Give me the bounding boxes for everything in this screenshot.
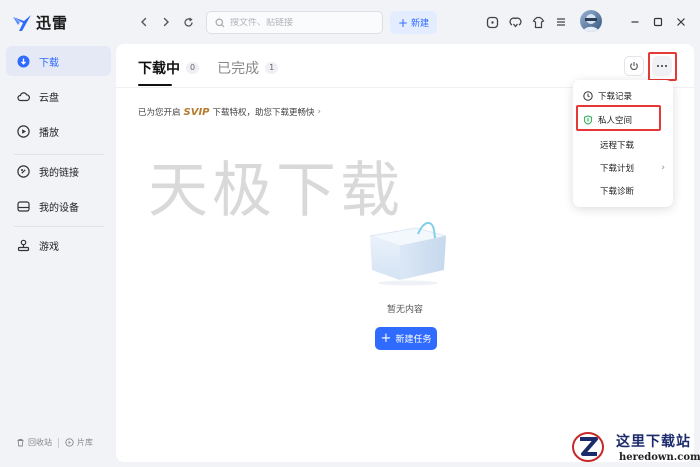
menu-item-label: 下载诊断 [600, 187, 635, 197]
tab-completed[interactable]: 已完成 1 [217, 58, 279, 78]
svip-suffix: 下载特权，助您下载更畅快 [212, 108, 315, 118]
cloud-icon [17, 90, 30, 103]
tab-count-badge: 1 [265, 62, 279, 74]
app-name: 迅雷 [36, 14, 69, 32]
hamburger-menu-icon [557, 18, 565, 26]
main-menu-button[interactable] [552, 13, 570, 31]
search-icon [215, 18, 225, 27]
search-box[interactable] [206, 11, 383, 34]
footer-separator [58, 437, 59, 448]
sidebar-item-label: 下载 [39, 57, 59, 69]
sidebar-footer: 回收站 片库 [16, 437, 93, 448]
sidebar: 下载 云盘 播放 我的链接 我的设备 游戏 回收站 片库 [0, 44, 116, 467]
plus-icon: + [380, 330, 392, 346]
tab-downloading[interactable]: 下载中 0 [138, 58, 200, 78]
refresh-icon [183, 16, 193, 27]
maximize-icon [653, 17, 663, 27]
menu-item-label: 下载计划 [600, 164, 635, 174]
search-input[interactable] [230, 17, 370, 28]
more-button-highlight-box [648, 52, 677, 81]
create-task-label: 新建任务 [395, 335, 432, 345]
empty-state-text: 暂无内容 [386, 305, 423, 315]
download-icon [17, 55, 30, 68]
plus-icon: + [397, 15, 409, 30]
message-icon [486, 16, 498, 28]
sidebar-item-play[interactable]: 播放 [6, 116, 111, 146]
tab-label: 已完成 [217, 61, 260, 77]
app-logo: 迅雷 [12, 12, 68, 33]
power-icon [630, 62, 638, 70]
sidebar-divider [14, 226, 104, 227]
menu-item-download-diagnosis[interactable]: 下载诊断 [573, 180, 673, 202]
site-watermark-logo: 这里下载站 heredown.com [566, 428, 700, 467]
new-button[interactable]: + 新建 [390, 11, 437, 34]
new-button-label: 新建 [411, 19, 430, 29]
sidebar-item-my-links[interactable]: 我的链接 [6, 156, 111, 186]
chevron-right-icon: › [317, 107, 321, 117]
sidebar-item-label: 我的链接 [39, 167, 79, 179]
minimize-button[interactable] [626, 13, 644, 31]
create-task-button[interactable]: + 新建任务 [375, 327, 437, 350]
recycle-bin-label: 回收站 [28, 438, 52, 447]
z-logo-icon [572, 432, 604, 462]
avatar-image-icon [583, 14, 599, 32]
refresh-button[interactable] [180, 14, 196, 30]
chevron-right-icon: › [661, 163, 665, 173]
back-button[interactable] [136, 14, 152, 30]
site-logo-url: heredown.com [619, 452, 700, 463]
sidebar-divider [14, 154, 104, 155]
menu-item-download-history[interactable]: 下载记录 [573, 85, 673, 107]
empty-box-illustration [369, 222, 447, 286]
play-icon [17, 124, 30, 138]
thunder-bird-icon [13, 14, 31, 31]
gamepad-icon [17, 239, 30, 252]
sidebar-item-my-devices[interactable]: 我的设备 [6, 191, 111, 221]
trash-icon [17, 439, 24, 447]
minimize-icon [631, 21, 639, 23]
film-library-icon [65, 438, 74, 447]
sidebar-item-games[interactable]: 游戏 [6, 230, 111, 260]
skin-button[interactable] [529, 13, 547, 31]
cloud-sync-button[interactable] [506, 13, 524, 31]
chevron-right-icon [163, 17, 169, 27]
forward-button[interactable] [158, 14, 174, 30]
sync-icon [508, 16, 522, 28]
sidebar-item-label: 我的设备 [39, 202, 79, 214]
shirt-icon [532, 16, 544, 28]
link-icon [17, 164, 30, 178]
sidebar-item-label: 云盘 [39, 92, 59, 104]
chevron-left-icon [141, 17, 147, 27]
library-link[interactable]: 片库 [65, 437, 93, 448]
svip-prefix: 已为您开启 [138, 108, 181, 118]
library-label: 片库 [77, 438, 93, 447]
recycle-bin-link[interactable]: 回收站 [16, 437, 52, 448]
sidebar-item-label: 游戏 [39, 241, 59, 253]
device-icon [17, 200, 30, 213]
svip-badge: SVIP [183, 106, 210, 118]
download-tabs: 下载中 0 已完成 1 [138, 58, 296, 78]
active-tab-indicator [138, 84, 172, 86]
private-space-highlight-box [576, 105, 661, 131]
more-options-menu: 下载记录 私人空间 远程下载 下载计划 › 下载诊断 [573, 80, 673, 207]
tab-label: 下载中 [138, 61, 180, 77]
sidebar-item-cloud[interactable]: 云盘 [6, 81, 111, 111]
power-schedule-button[interactable] [624, 56, 644, 76]
sidebar-item-download[interactable]: 下载 [6, 46, 111, 76]
sidebar-item-label: 播放 [39, 127, 59, 139]
close-icon [677, 18, 685, 26]
menu-item-remote-download[interactable]: 远程下载 [573, 134, 673, 156]
menu-item-download-plan[interactable]: 下载计划 › [573, 157, 673, 179]
svip-banner[interactable]: 已为您开启 SVIP 下载特权，助您下载更畅快 › [138, 106, 321, 119]
menu-item-label: 下载记录 [598, 92, 633, 102]
site-logo-title: 这里下载站 [616, 434, 691, 450]
menu-item-label: 远程下载 [600, 141, 635, 151]
title-bar: 迅雷 + 新建 [0, 0, 700, 44]
close-button[interactable] [672, 13, 690, 31]
messages-button[interactable] [483, 13, 501, 31]
avatar[interactable] [580, 10, 602, 32]
tab-count-badge: 0 [186, 62, 200, 74]
app-window: 迅雷 + 新建 [0, 0, 700, 467]
maximize-button[interactable] [649, 13, 667, 31]
clock-icon [583, 91, 593, 101]
